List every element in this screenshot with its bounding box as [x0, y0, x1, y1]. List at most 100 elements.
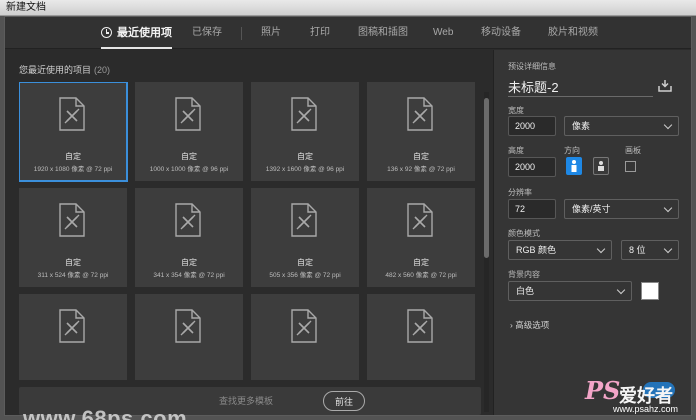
width-unit-select[interactable]: 像素: [564, 116, 679, 136]
site-watermark: www.68ps.com: [23, 406, 188, 420]
window-title: 新建文档: [0, 0, 696, 16]
recent-item-card[interactable]: 自定 482 x 560 像素 @ 72 ppi: [367, 188, 475, 287]
background-select[interactable]: 白色: [508, 281, 632, 301]
recent-item-size: 311 x 524 像素 @ 72 ppi: [37, 272, 109, 279]
recent-item-name: 自定: [297, 258, 313, 267]
tab-photo[interactable]: 照片: [261, 17, 281, 49]
document-icon: [407, 309, 433, 343]
title-underline: [508, 96, 653, 97]
background-color-swatch[interactable]: [641, 282, 659, 300]
width-input[interactable]: 2000: [508, 116, 556, 136]
new-document-dialog: 最近使用项 已保存 照片 打印 图稿和插图 Web 移动设备 胶片和视频 您最近…: [4, 16, 692, 420]
tab-divider: [241, 27, 242, 40]
document-icon: [175, 97, 201, 131]
advanced-options-label: 高级选项: [515, 320, 550, 330]
preset-details-label: 预设详细信息: [508, 62, 556, 71]
resolution-unit-select[interactable]: 像素/英寸: [564, 199, 679, 219]
recent-item-card[interactable]: 自定 136 x 92 像素 @ 72 ppi: [367, 82, 475, 181]
width-unit-value: 像素: [572, 121, 591, 131]
resolution-input[interactable]: 72: [508, 199, 556, 219]
recent-item-card[interactable]: 自定 1920 x 1080 像素 @ 72 ppi: [19, 82, 128, 182]
recent-items-count: (20): [94, 65, 111, 75]
color-mode-value: RGB 颜色: [516, 245, 557, 255]
recent-item-card[interactable]: [251, 294, 359, 380]
preset-details-panel: 预设详细信息 未标题-2 宽度 2000 像素 高度 2000 方向 画板 分辨: [493, 50, 691, 415]
recent-item-card[interactable]: [135, 294, 243, 380]
bit-depth-select[interactable]: 8 位: [621, 240, 679, 260]
recent-item-name: 自定: [65, 152, 81, 161]
recent-item-size: 1920 x 1080 像素 @ 72 ppi: [33, 166, 113, 173]
recent-item-card[interactable]: [19, 294, 127, 380]
background-value: 白色: [516, 286, 535, 296]
advanced-options-toggle[interactable]: › 高级选项: [510, 319, 549, 331]
orientation-label: 方向: [564, 146, 580, 155]
width-label: 宽度: [508, 106, 524, 115]
tab-mobile[interactable]: 移动设备: [481, 17, 521, 49]
chevron-down-icon: [663, 203, 673, 213]
tab-recent-label: 最近使用项: [117, 27, 172, 39]
tab-recent[interactable]: 最近使用项: [101, 17, 172, 49]
chevron-down-icon: [596, 244, 606, 254]
document-icon: [59, 97, 85, 131]
tab-print[interactable]: 打印: [310, 17, 330, 49]
recent-item-name: 自定: [65, 258, 81, 267]
landscape-orientation-button[interactable]: [593, 157, 609, 175]
bit-depth-value: 8 位: [629, 245, 646, 255]
background-label: 背景内容: [508, 270, 540, 279]
artboard-checkbox[interactable]: [625, 161, 636, 172]
resolution-unit-value: 像素/英寸: [572, 204, 611, 214]
recent-item-size: 341 x 354 像素 @ 72 ppi: [153, 272, 225, 279]
document-title-field[interactable]: 未标题-2: [508, 77, 559, 96]
recent-item-name: 自定: [181, 258, 197, 267]
document-icon: [59, 309, 85, 343]
chevron-down-icon: [663, 120, 673, 130]
recent-item-card[interactable]: 自定 1392 x 1600 像素 @ 96 ppi: [251, 82, 359, 181]
color-mode-select[interactable]: RGB 颜色: [508, 240, 612, 260]
recent-item-card[interactable]: 自定 341 x 354 像素 @ 72 ppi: [135, 188, 243, 287]
logo-url-text: www.psahz.com: [613, 404, 679, 414]
document-icon: [407, 97, 433, 131]
document-icon: [291, 203, 317, 237]
vertical-scrollbar[interactable]: [484, 92, 489, 412]
tab-film-video[interactable]: 胶片和视频: [548, 17, 598, 49]
recent-items-grid: 自定 1920 x 1080 像素 @ 72 ppi 自定 1000 x 1000 像…: [19, 82, 481, 380]
height-input[interactable]: 2000: [508, 157, 556, 177]
recent-item-card[interactable]: [367, 294, 475, 380]
recent-item-name: 自定: [413, 152, 429, 161]
recent-item-card[interactable]: 自定 1000 x 1000 像素 @ 96 ppi: [135, 82, 243, 181]
color-mode-label: 颜色模式: [508, 229, 540, 238]
document-icon: [407, 203, 433, 237]
recent-items-title: 您最近使用的项目: [19, 65, 92, 75]
portrait-orientation-button[interactable]: [566, 157, 582, 175]
tab-art-illustration[interactable]: 图稿和插图: [358, 17, 408, 49]
tab-web[interactable]: Web: [433, 17, 453, 49]
go-button[interactable]: 前往: [323, 391, 365, 411]
recent-item-size: 1392 x 1600 像素 @ 96 ppi: [265, 166, 345, 173]
document-icon: [291, 309, 317, 343]
tab-saved[interactable]: 已保存: [192, 17, 222, 49]
artboard-label: 画板: [625, 146, 641, 155]
resolution-label: 分辨率: [508, 188, 532, 197]
recent-item-card[interactable]: 自定 311 x 524 像素 @ 72 ppi: [19, 188, 127, 287]
document-icon: [175, 309, 201, 343]
save-preset-icon[interactable]: [658, 80, 672, 92]
recent-item-size: 1000 x 1000 像素 @ 96 ppi: [149, 166, 229, 173]
recent-items-heading: 您最近使用的项目 (20): [19, 63, 110, 76]
landscape-icon: [598, 161, 604, 171]
document-icon: [59, 203, 85, 237]
recent-item-size: 505 x 356 像素 @ 72 ppi: [269, 272, 341, 279]
recent-item-name: 自定: [297, 152, 313, 161]
recent-item-name: 自定: [181, 152, 197, 161]
recent-item-card[interactable]: 自定 505 x 356 像素 @ 72 ppi: [251, 188, 359, 287]
portrait-icon: [571, 160, 577, 172]
scrollbar-thumb[interactable]: [484, 98, 489, 258]
logo-watermark: PS 爱好者 www.psahz.com: [585, 376, 690, 416]
height-label: 高度: [508, 146, 524, 155]
logo-ps-text: PS: [585, 376, 621, 405]
document-icon: [175, 203, 201, 237]
recent-item-size: 482 x 560 像素 @ 72 ppi: [385, 272, 457, 279]
chevron-down-icon: [616, 285, 626, 295]
clock-icon: [101, 27, 112, 38]
document-icon: [291, 97, 317, 131]
recent-items-panel: 您最近使用的项目 (20) 自定 1920 x 1080 像素 @ 72 ppi 自定…: [5, 50, 491, 420]
